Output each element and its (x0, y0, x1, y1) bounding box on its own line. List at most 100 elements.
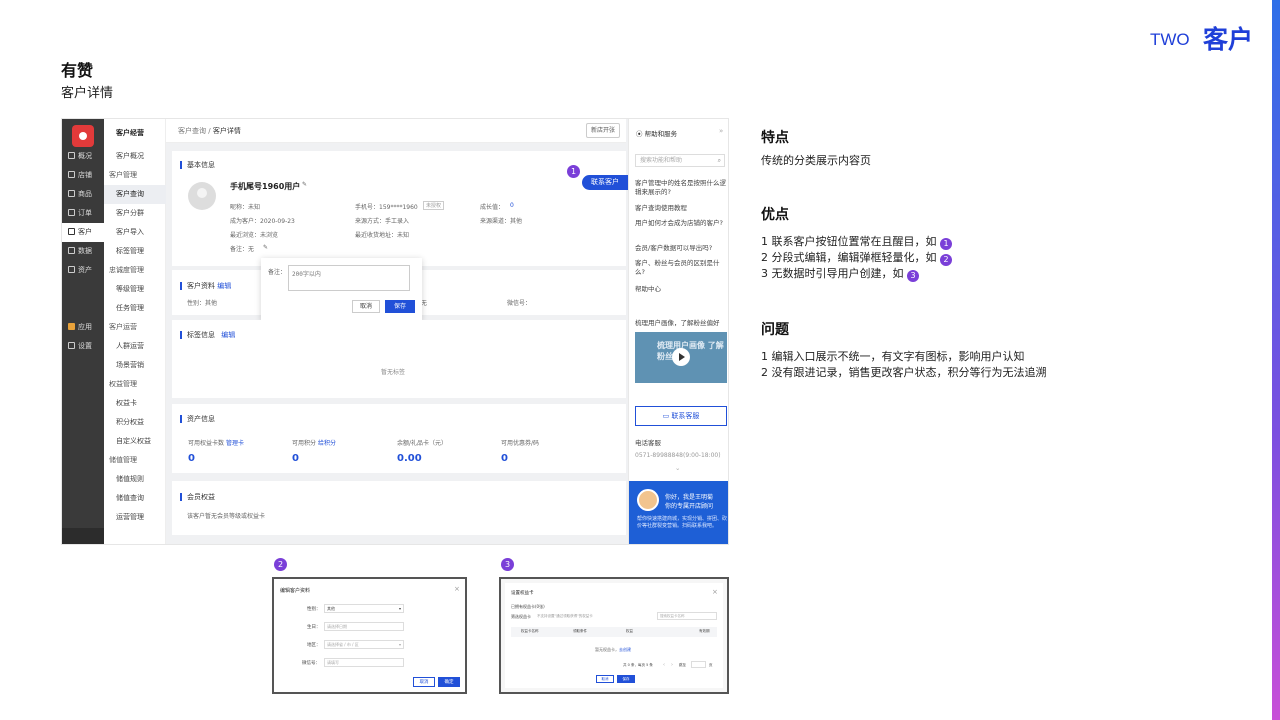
phone-service-number: 0571-89988848(9:00-18:00) (635, 452, 721, 459)
nav-item-settings[interactable]: 设置 (62, 337, 104, 356)
shop-icon (68, 171, 75, 178)
help-question[interactable]: 客户管理中的姓名是按照什么逻辑来展示的? (635, 179, 728, 197)
collapse-icon[interactable]: » (719, 127, 723, 135)
chart-icon (68, 247, 75, 254)
advisor-card[interactable]: 你好，我是王明菊 你的专属开店顾问 帮你快速搭建商城，实现分销、拼团、砍价等社群… (629, 481, 728, 544)
secondary-nav: 客户经营 客户概况 客户管理 客户查询 客户分群 客户导入 标签管理 忠诚度管理… (104, 119, 166, 544)
help-search-input[interactable]: 搜索功能和帮助 ⌕ (635, 154, 725, 167)
nav-item-assets[interactable]: 资产 (62, 261, 104, 280)
nav-item-orders[interactable]: 订单 (62, 204, 104, 223)
nav2-item[interactable]: 储值规则 (104, 470, 166, 489)
edit-note-icon[interactable]: ✎ (263, 244, 268, 251)
caret-down-icon: ▾ (398, 642, 401, 647)
page-subtitle: 客户详情 (61, 86, 114, 101)
nav2-item-selected[interactable]: 客户查询 (104, 185, 166, 204)
callout-badge-3: 3 (501, 558, 514, 571)
basic-info-card: 基本信息 手机尾号1960用户 ✎ 昵称：未知 手机号：159****1960 … (172, 151, 626, 266)
video-thumbnail[interactable]: 梳理用户画像 了解粉丝偏好 (635, 332, 727, 383)
help-question[interactable]: 会员/客户数据可以导出吗? (635, 244, 728, 253)
nav2-item[interactable]: 标签管理 (104, 242, 166, 261)
pros-item: 2 分段式编辑，编辑弹框轻量化，如 2 (761, 249, 952, 266)
help-question[interactable]: 客户查询使用教程 (635, 204, 728, 213)
region-label: 地区： (307, 643, 321, 648)
nav2-item[interactable]: 客户概况 (104, 147, 166, 166)
help-panel: ⦿ 帮助和服务 » 搜索功能和帮助 ⌕ 客户管理中的姓名是按照什么逻辑来展示的? … (628, 119, 728, 544)
section-number: TWO (1150, 30, 1190, 49)
tag-icon (68, 190, 75, 197)
tags-title: 标签信息 编辑 (180, 331, 235, 339)
nav2-item[interactable]: 任务管理 (104, 299, 166, 318)
edit-name-icon[interactable]: ✎ (302, 181, 307, 188)
pager-jump-label: 跳至 (679, 663, 686, 667)
play-icon[interactable] (672, 348, 690, 366)
help-question[interactable]: 客户、粉丝与会员的区别是什么? (635, 259, 728, 277)
pager-next-icon[interactable]: › (671, 662, 673, 668)
pager-summary: 共 0 条，每页 5 条 (623, 663, 653, 667)
tags-edit-link[interactable]: 编辑 (221, 331, 235, 339)
nav2-item[interactable]: 自定义权益 (104, 432, 166, 451)
close-icon[interactable]: × (454, 585, 460, 593)
create-card-link[interactable]: 去创建 (619, 647, 631, 652)
profile-edit-link[interactable]: 编辑 (217, 282, 231, 290)
breadcrumb: 客户查询 / 客户详情 新店开张 (166, 119, 626, 143)
nav2-group[interactable]: 客户运营 (104, 318, 166, 337)
manage-card-link[interactable]: 管理卡 (226, 440, 244, 447)
nav2-item[interactable]: 储值查询 (104, 489, 166, 508)
nav2-item[interactable]: 场景营销 (104, 356, 166, 375)
new-store-button[interactable]: 新店开张 (585, 123, 620, 138)
nav-item-data[interactable]: 数据 (62, 242, 104, 261)
nav-item-shop[interactable]: 店铺 (62, 166, 104, 185)
note-save-button[interactable]: 保存 (385, 300, 415, 313)
gender-select[interactable]: 其他 ▾ (324, 604, 404, 613)
column-header: 领取条件 (573, 629, 587, 633)
birthday-input[interactable]: 请选择日期 (324, 622, 404, 631)
pager-prev-icon[interactable]: ‹ (663, 662, 665, 668)
note-cancel-button[interactable]: 取消 (352, 300, 380, 313)
basic-info-title: 基本信息 (180, 161, 215, 169)
profile-title: 客户资料 编辑 (180, 282, 231, 290)
note-textarea[interactable] (288, 265, 410, 291)
dialog3-cancel-button[interactable]: 取消 (596, 675, 614, 683)
note-label: 备注： (268, 269, 287, 276)
pager-jump-input[interactable] (691, 661, 706, 668)
card-search-input[interactable]: 搜索权益卡名称 (657, 612, 717, 620)
nav2-group[interactable]: 权益管理 (104, 375, 166, 394)
contact-service-button[interactable]: ▭ 联系客服 (635, 406, 727, 426)
growth-value[interactable]: 0 (510, 202, 514, 209)
nav2-group[interactable]: 忠诚度管理 (104, 261, 166, 280)
asset-icon (68, 266, 75, 273)
breadcrumb-parent[interactable]: 客户查询 (178, 127, 206, 135)
nav-item-apps[interactable]: 应用 (62, 318, 104, 337)
nav-item-customers[interactable]: 客户 (62, 223, 104, 242)
nav2-item[interactable]: 客户导入 (104, 223, 166, 242)
dialog2-cancel-button[interactable]: 取消 (413, 677, 435, 687)
nav2-group[interactable]: 客户管理 (104, 166, 166, 185)
close-icon[interactable]: × (712, 588, 718, 596)
user-icon (68, 228, 75, 235)
help-question[interactable]: 用户如何才会成为店铺的客户? (635, 219, 728, 228)
column-header: 有效期 (699, 629, 710, 633)
nav2-item[interactable]: 积分权益 (104, 413, 166, 432)
nav2-item[interactable]: 人群运营 (104, 337, 166, 356)
nav2-group[interactable]: 储值管理 (104, 451, 166, 470)
nav2-item[interactable]: 等级管理 (104, 280, 166, 299)
nav2-item[interactable]: 客户分群 (104, 204, 166, 223)
help-center-link[interactable]: 帮助中心 (635, 285, 728, 294)
nav-item-goods[interactable]: 商品 (62, 185, 104, 204)
wechat: 微信号： (507, 300, 532, 307)
dialog2-ok-button[interactable]: 确定 (438, 677, 460, 687)
gender: 性别：其他 (187, 300, 218, 307)
dialog3-save-button[interactable]: 保存 (617, 675, 635, 683)
contact-customer-button[interactable]: 联系客户 (582, 175, 628, 190)
nav-item-overview[interactable]: 概况 (62, 147, 104, 166)
give-points-link[interactable]: 给积分 (318, 440, 336, 447)
asset-label: 可用积分 给积分 (292, 440, 336, 447)
nav2-item[interactable]: 权益卡 (104, 394, 166, 413)
app-window: 概况 店铺 商品 订单 客户 数据 资产 应用 设置 客户经营 客户概况 客户管… (61, 118, 729, 545)
nav2-item[interactable]: 运营管理 (104, 508, 166, 527)
wechat-input[interactable]: 请填写 (324, 658, 404, 667)
region-select[interactable]: 请选择省 / 市 / 区 ▾ (324, 640, 404, 649)
empty-table: 暂无权益卡，去创建 (595, 647, 631, 652)
profile-title-text: 客户资料 (187, 282, 215, 290)
chevron-down-icon[interactable]: ⌄ (675, 464, 728, 473)
